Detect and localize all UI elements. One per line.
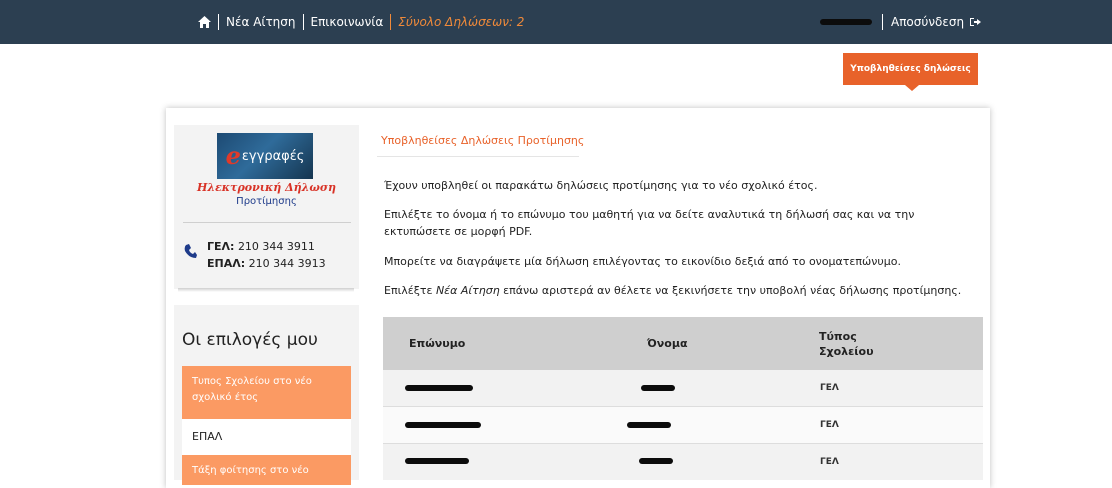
col-school-type-line2: Σχολείου	[819, 345, 874, 358]
info-paragraph-1: Έχουν υποβληθεί οι παρακάτω δηλώσεις προ…	[384, 179, 818, 192]
school-type-cell: ΓΕΛ	[820, 457, 839, 467]
col-surname-header: Επώνυμο	[409, 337, 466, 350]
nav-left: Νέα Αίτηση Επικοινωνία Σύνολο Δηλώσεων: …	[198, 0, 524, 44]
gel-phone-line: ΓΕΛ: 210 344 3911	[207, 238, 326, 255]
school-type-cell: ΓΕΛ	[820, 383, 839, 393]
redacted-surname[interactable]	[405, 385, 473, 391]
info-paragraph-2: Επιλέξτε το όνομα ή το επώνυμο του μαθητ…	[384, 208, 915, 238]
nav-separator	[302, 14, 304, 30]
logo-subtitle: Προτίμησης	[236, 196, 297, 207]
logo-divider	[183, 222, 351, 223]
p4-new-application: Νέα Αίτηση	[435, 284, 500, 297]
submitted-declarations-label: Υποβληθείσες δηλώσεις	[850, 64, 971, 74]
gel-label: ΓΕΛ:	[207, 240, 235, 253]
tab-pointer	[905, 85, 919, 91]
option-class-header: Τάξη φοίτησης στο νέο	[182, 455, 351, 485]
title-underline	[377, 156, 579, 157]
info-paragraph-4: Επιλέξτε Νέα Αίτηση επάνω αριστερά αν θέ…	[384, 282, 974, 299]
redacted-name[interactable]	[641, 385, 675, 391]
logo-letter-e: e	[225, 141, 241, 170]
redacted-surname[interactable]	[405, 458, 469, 464]
info-paragraph-3: Μπορείτε να διαγράψετε μία δήλωση επιλέγ…	[384, 255, 901, 268]
p4-suffix: επάνω αριστερά αν θέλετε να ξεκινήσετε τ…	[499, 284, 962, 297]
contact-phones: ΓΕΛ: 210 344 3911 ΕΠΑΛ: 210 344 3913	[207, 238, 326, 272]
top-navbar: Νέα Αίτηση Επικοινωνία Σύνολο Δηλώσεων: …	[0, 0, 1112, 44]
page-title: Υποβληθείσες Δηλώσεις Προτίμησης	[381, 134, 585, 147]
table-row: ΓΕΛ	[383, 407, 983, 443]
logo-panel-shadow	[178, 288, 354, 292]
phone-icon	[184, 244, 197, 263]
home-icon[interactable]	[198, 16, 211, 28]
options-title: Οι επιλογές μου	[182, 330, 318, 350]
logo-word: εγγραφές	[241, 148, 305, 164]
nav-separator	[882, 14, 883, 30]
option-school-type-header: Τυπος Σχολείου στο νέο σχολικό έτος	[182, 366, 351, 419]
submitted-declarations-tab[interactable]: Υποβληθείσες δηλώσεις	[843, 53, 978, 91]
declarations-table-header: Επώνυμο Όνομα Τύπος Σχολείου	[383, 317, 983, 370]
nav-right: Αποσύνδεση	[820, 0, 982, 44]
nav-total-declarations: Σύνολο Δηλώσεων: 2	[398, 15, 525, 29]
epal-phone: 210 344 3913	[248, 257, 326, 270]
nav-separator	[390, 14, 392, 30]
gel-phone: 210 344 3911	[237, 240, 315, 253]
redacted-surname[interactable]	[405, 422, 481, 428]
nav-contact-link[interactable]: Επικοινωνία	[311, 15, 384, 29]
logout-link[interactable]: Αποσύνδεση	[891, 15, 982, 29]
redacted-name[interactable]	[627, 422, 671, 428]
sign-out-icon	[970, 18, 982, 26]
nav-new-application-link[interactable]: Νέα Αίτηση	[226, 15, 296, 29]
redacted-username	[820, 19, 872, 25]
p4-prefix: Επιλέξτε	[384, 284, 436, 297]
redacted-name[interactable]	[639, 458, 673, 464]
logout-label: Αποσύνδεση	[891, 15, 965, 29]
nav-separator	[218, 14, 219, 30]
eggrafes-logo: e εγγραφές	[217, 133, 313, 179]
school-type-cell: ΓΕΛ	[820, 420, 839, 430]
table-row: ΓΕΛ	[383, 370, 983, 406]
epal-label: ΕΠΑΛ:	[207, 257, 246, 270]
col-school-type-line1: Τύπος	[819, 330, 857, 343]
epal-phone-line: ΕΠΑΛ: 210 344 3913	[207, 255, 326, 272]
logo-title: Ηλεκτρονική Δήλωση	[197, 181, 336, 194]
option-school-type-value[interactable]: ΕΠΑΛ	[182, 419, 351, 455]
col-school-type-header: Τύπος Σχολείου	[819, 329, 874, 359]
col-name-header: Όνομα	[647, 337, 688, 350]
